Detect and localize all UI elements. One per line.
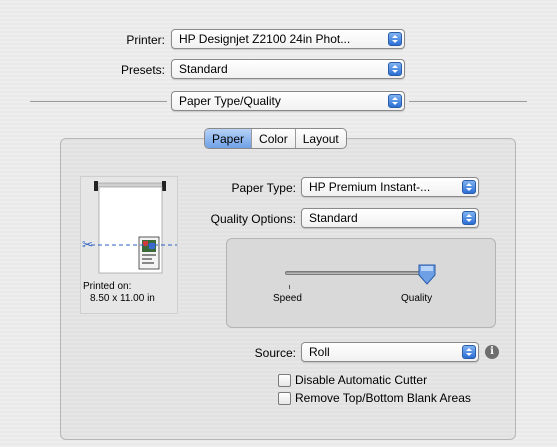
source-popup[interactable]: Roll bbox=[301, 342, 479, 362]
slider-tick bbox=[289, 285, 290, 289]
scissors-icon: ✂ bbox=[82, 237, 93, 252]
remove-blank-areas-checkbox[interactable] bbox=[278, 392, 291, 405]
presets-label: Presets: bbox=[120, 63, 165, 77]
slider-quality-label: Quality bbox=[401, 293, 433, 304]
printer-value: HP Designjet Z2100 24in Phot... bbox=[179, 32, 351, 46]
slider-speed-label: Speed bbox=[273, 293, 302, 304]
printer-label: Printer: bbox=[126, 33, 165, 47]
printed-on-label: Printed on: bbox=[83, 281, 132, 292]
roll-preview-graphic bbox=[91, 181, 177, 274]
tab-bar: Paper Color Layout bbox=[204, 128, 347, 149]
quality-options-popup[interactable]: Standard bbox=[301, 208, 479, 228]
separator-left bbox=[30, 101, 167, 102]
printer-popup[interactable]: HP Designjet Z2100 24in Phot... bbox=[171, 29, 405, 49]
paper-type-value: HP Premium Instant-... bbox=[309, 180, 431, 194]
paper-type-popup[interactable]: HP Premium Instant-... bbox=[301, 177, 479, 197]
quality-options-label: Quality Options: bbox=[210, 212, 296, 226]
tab-paper[interactable]: Paper bbox=[205, 129, 253, 148]
quality-slider-box: Speed Quality bbox=[226, 238, 496, 328]
section-popup[interactable]: Paper Type/Quality bbox=[171, 91, 405, 111]
info-icon[interactable]: i bbox=[485, 345, 499, 359]
separator-right bbox=[409, 101, 527, 102]
chevron-updown-icon bbox=[388, 94, 402, 108]
disable-cutter-checkbox[interactable] bbox=[278, 374, 291, 387]
remove-blank-areas-label[interactable]: Remove Top/Bottom Blank Areas bbox=[295, 391, 471, 405]
chevron-updown-icon bbox=[388, 62, 402, 76]
presets-popup[interactable]: Standard bbox=[171, 59, 405, 79]
presets-value: Standard bbox=[179, 62, 228, 76]
chevron-updown-icon bbox=[388, 32, 402, 46]
chevron-updown-icon bbox=[462, 180, 476, 194]
chevron-updown-icon bbox=[462, 345, 476, 359]
tab-layout[interactable]: Layout bbox=[296, 129, 346, 148]
chevron-updown-icon bbox=[462, 211, 476, 225]
paper-size-text: 8.50 x 11.00 in bbox=[90, 293, 155, 304]
paper-type-label: Paper Type: bbox=[231, 181, 297, 195]
tab-color[interactable]: Color bbox=[252, 129, 296, 148]
section-value: Paper Type/Quality bbox=[179, 94, 281, 108]
paper-preview: ✂ Printed on: 8.50 x 11.00 in bbox=[80, 176, 178, 314]
slider-thumb[interactable] bbox=[417, 263, 437, 287]
slider-track[interactable] bbox=[285, 271, 433, 275]
source-label: Source: bbox=[254, 346, 296, 360]
quality-options-value: Standard bbox=[309, 211, 358, 225]
source-value: Roll bbox=[309, 345, 330, 359]
disable-cutter-label[interactable]: Disable Automatic Cutter bbox=[295, 373, 427, 387]
